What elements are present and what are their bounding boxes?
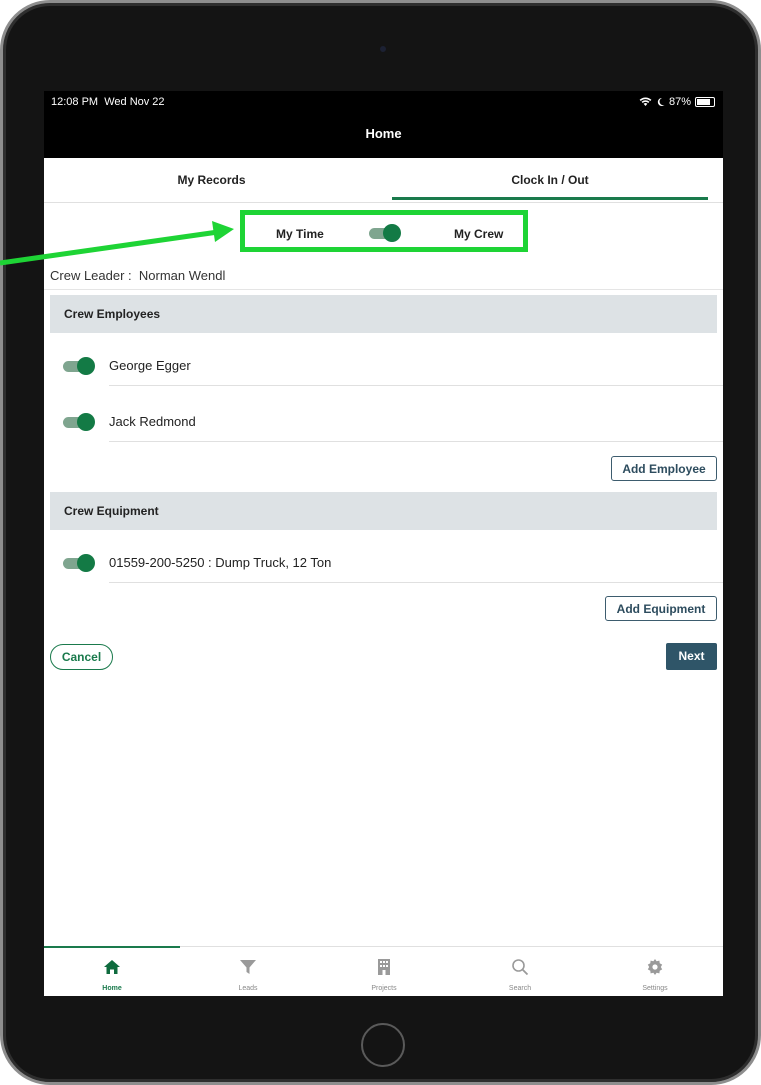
- gear-icon: [647, 959, 663, 975]
- equipment-name: 01559-200-5250 : Dump Truck, 12 Ton: [109, 555, 332, 570]
- nav-label: Search: [508, 985, 532, 992]
- status-bar: 12:08 PM Wed Nov 22 87%: [44, 91, 723, 113]
- cancel-button[interactable]: Cancel: [50, 644, 113, 670]
- building-icon: [378, 959, 390, 975]
- my-crew-label: My Crew: [454, 227, 504, 241]
- crew-employees-header: Crew Employees: [50, 295, 717, 333]
- crew-leader-label: Crew Leader :: [50, 268, 132, 283]
- crew-leader-name: Norman Wendl: [138, 268, 226, 283]
- status-time: 12:08 PM Wed Nov 22: [51, 96, 165, 108]
- mode-toggle-highlight: My Time My Crew: [240, 210, 528, 252]
- crew-leader: Crew Leader : Norman Wendl: [50, 268, 225, 283]
- next-button[interactable]: Next: [666, 643, 717, 670]
- nav-item-search[interactable]: Search: [452, 947, 588, 996]
- app-screen: 12:08 PM Wed Nov 22 87% Home My Records …: [44, 91, 723, 996]
- nav-label: Leads: [238, 985, 258, 992]
- active-tab-indicator: [392, 197, 708, 200]
- hardware-home-button[interactable]: [361, 1023, 405, 1067]
- moon-icon: [657, 97, 665, 106]
- employee-toggle[interactable]: [63, 413, 95, 431]
- add-employee-button[interactable]: Add Employee: [611, 456, 717, 481]
- my-time-label: My Time: [276, 227, 324, 241]
- tablet-frame: 12:08 PM Wed Nov 22 87% Home My Records …: [0, 0, 761, 1085]
- add-equipment-button[interactable]: Add Equipment: [605, 596, 717, 621]
- nav-label: Projects: [371, 985, 397, 992]
- crew-equipment-header: Crew Equipment: [50, 492, 717, 530]
- status-indicators: 87%: [639, 96, 715, 108]
- divider: [44, 289, 723, 290]
- nav-item-home[interactable]: Home: [44, 947, 180, 996]
- bottom-navigation: Home Leads Projects Search Settings: [44, 946, 723, 996]
- wifi-icon: [639, 97, 652, 106]
- battery-percent: 87%: [668, 96, 691, 108]
- camera-icon: [380, 46, 386, 52]
- nav-item-leads[interactable]: Leads: [180, 947, 316, 996]
- nav-item-projects[interactable]: Projects: [316, 947, 452, 996]
- nav-item-settings[interactable]: Settings: [587, 947, 723, 996]
- employee-name: George Egger: [109, 358, 191, 373]
- divider: [109, 385, 723, 386]
- battery-icon: [695, 97, 715, 107]
- divider: [109, 582, 723, 583]
- filter-icon: [240, 960, 256, 974]
- tab-my-records[interactable]: My Records: [44, 158, 379, 202]
- my-time-my-crew-toggle[interactable]: [369, 224, 401, 242]
- nav-label: Home: [102, 985, 122, 992]
- employee-toggle[interactable]: [63, 357, 95, 375]
- home-icon: [104, 960, 120, 974]
- search-icon: [512, 959, 529, 976]
- divider: [109, 441, 723, 442]
- tab-clock-in-out[interactable]: Clock In / Out: [392, 158, 708, 202]
- employee-name: Jack Redmond: [109, 414, 196, 429]
- equipment-toggle[interactable]: [63, 554, 95, 572]
- page-title: Home: [44, 113, 723, 158]
- nav-label: Settings: [642, 985, 668, 992]
